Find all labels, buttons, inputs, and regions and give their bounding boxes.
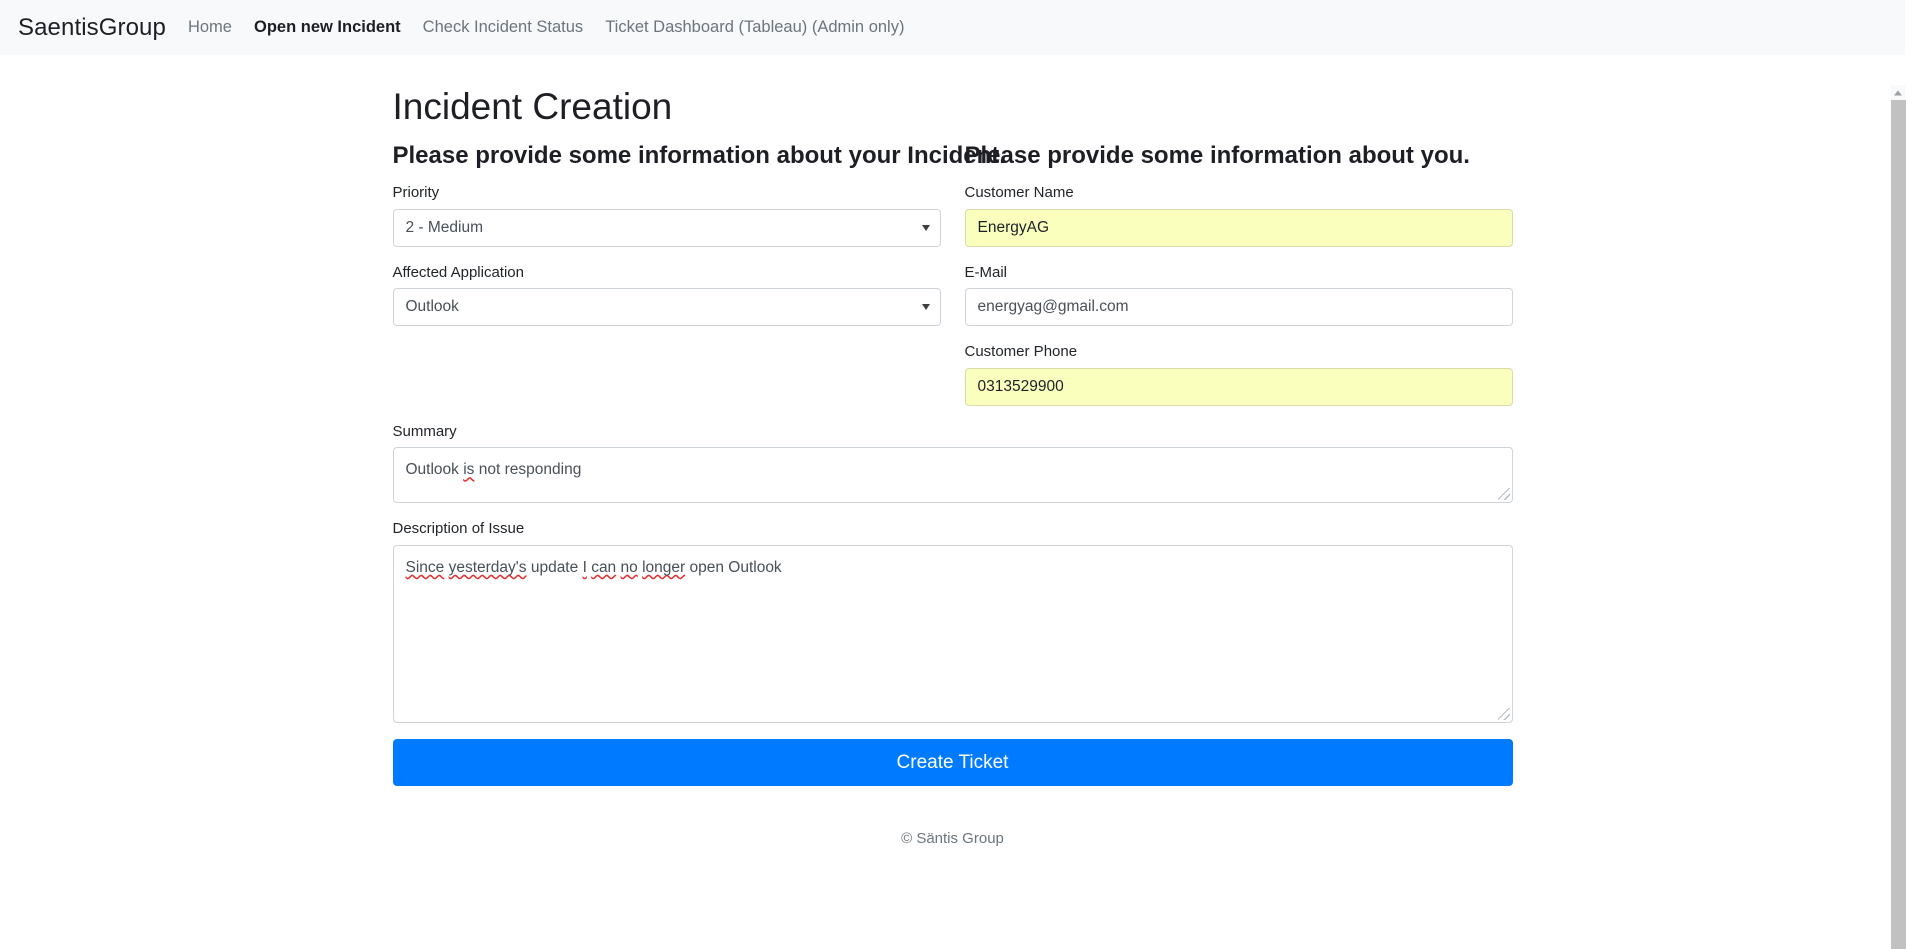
page-title: Incident Creation [392, 86, 673, 127]
nav-link-open-new-incident[interactable]: Open new Incident [254, 18, 401, 37]
customer-phone-group: Customer Phone [964, 342, 1513, 406]
page-scrollbar[interactable] [1890, 85, 1906, 949]
footer-copyright: © Säntis Group [901, 829, 1004, 847]
form-columns-row: Please provide some information about yo… [392, 141, 1513, 422]
customer-info-column: Please provide some information about yo… [964, 141, 1513, 422]
affected-application-select-value: Outlook [392, 288, 941, 327]
resize-handle-icon[interactable] [1497, 707, 1510, 720]
incident-info-column: Please provide some information about yo… [392, 141, 1006, 422]
nav-link-home[interactable]: Home [188, 18, 232, 37]
customer-section-heading: Please provide some information about yo… [964, 142, 1470, 170]
page-body: Incident Creation Please provide some in… [0, 85, 1906, 949]
customer-name-input[interactable] [964, 208, 1513, 247]
description-textarea[interactable]: Since yesterday's update I can no longer… [392, 544, 1513, 723]
customer-phone-input[interactable] [964, 367, 1513, 406]
nav-links: Home Open new Incident Check Incident St… [188, 18, 904, 37]
summary-group: Summary Outlook is not responding [392, 422, 1513, 504]
customer-phone-label: Customer Phone [964, 343, 1078, 361]
scroll-up-button[interactable] [1891, 85, 1905, 100]
summary-textarea[interactable]: Outlook is not responding [392, 447, 1513, 504]
summary-label: Summary [392, 422, 457, 440]
affected-application-label: Affected Application [392, 263, 524, 281]
content-container: Incident Creation Please provide some in… [381, 85, 1525, 847]
nav-link-ticket-dashboard[interactable]: Ticket Dashboard (Tableau) (Admin only) [605, 18, 904, 37]
email-label: E-Mail [964, 263, 1008, 281]
customer-name-label: Customer Name [964, 184, 1074, 202]
email-group: E-Mail [964, 263, 1513, 327]
description-text: Since yesterday's update I can no longer… [405, 558, 782, 576]
affected-application-select[interactable]: Outlook [392, 288, 941, 327]
summary-text: Outlook is not responding [405, 461, 582, 479]
priority-label: Priority [392, 184, 440, 202]
scrollbar-thumb[interactable] [1891, 100, 1906, 949]
priority-group: Priority 2 - Medium [392, 183, 941, 247]
affected-application-group: Affected Application Outlook [392, 263, 941, 327]
priority-select-value: 2 - Medium [392, 208, 941, 247]
incident-section-heading: Please provide some information about yo… [392, 142, 1006, 170]
chevron-up-icon [1894, 90, 1902, 95]
brand-logo[interactable]: SaentisGroup [18, 14, 166, 42]
customer-name-group: Customer Name [964, 183, 1513, 247]
description-label: Description of Issue [392, 520, 525, 538]
priority-select[interactable]: 2 - Medium [392, 208, 941, 247]
nav-link-check-incident-status[interactable]: Check Incident Status [423, 18, 584, 37]
email-input[interactable] [964, 288, 1513, 327]
resize-handle-icon[interactable] [1497, 488, 1510, 501]
create-ticket-button[interactable]: Create Ticket [392, 738, 1513, 786]
top-navbar: SaentisGroup Home Open new Incident Chec… [0, 0, 1905, 55]
description-group: Description of Issue Since yesterday's u… [392, 519, 1513, 723]
